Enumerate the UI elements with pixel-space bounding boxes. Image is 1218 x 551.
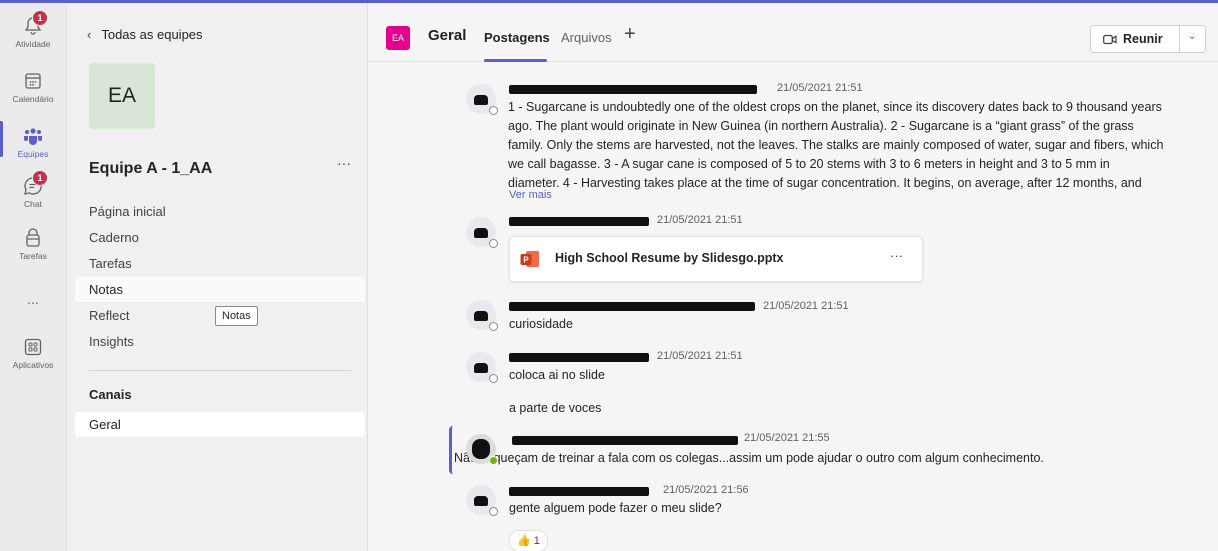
teams-icon	[22, 125, 44, 147]
message-post-highlighted[interactable]: 21/05/2021 21:55 Não esqueçam de treinar…	[449, 426, 1207, 474]
author-name-redacted	[512, 436, 738, 445]
message-text: gente alguem pode fazer o meu slide?	[509, 501, 722, 515]
chevron-left-icon: ‹	[87, 27, 92, 42]
file-attachment[interactable]: P High School Resume by Slidesgo.pptx ··…	[509, 236, 923, 282]
rail-calendar[interactable]: Calendário	[0, 70, 66, 104]
all-teams-label: Todas as equipes	[101, 27, 203, 42]
rail-more[interactable]: ...	[0, 291, 66, 307]
channel-header: EA Geral Postagens Arquivos + Reunir ⌄	[368, 3, 1218, 62]
tab-files[interactable]: Arquivos	[561, 30, 612, 45]
author-name-redacted	[509, 217, 649, 226]
message-text-line: family. Only the stems are harvested, no…	[508, 138, 1164, 152]
chat-icon: 1	[22, 170, 48, 197]
file-name: High School Resume by Slidesgo.pptx	[555, 251, 784, 265]
rail-chat[interactable]: 1 Chat	[0, 170, 66, 209]
rail-tasks[interactable]: Tarefas	[0, 227, 66, 261]
rail-label: Equipes	[17, 149, 49, 159]
message-timestamp: 21/05/2021 21:51	[657, 350, 743, 362]
rail-label: Calendário	[12, 94, 54, 104]
message-body: 1 - Sugarcane is undoubtedly one of the …	[508, 98, 1198, 190]
chevron-down-icon[interactable]: ⌄	[1188, 31, 1196, 42]
divider	[89, 370, 351, 371]
author-name-redacted	[509, 353, 649, 362]
add-tab-button[interactable]: +	[624, 23, 636, 46]
message-text: a parte de voces	[509, 401, 602, 415]
message-text-line: diameter. 4 - Harvesting takes place at …	[508, 176, 1142, 190]
nav-item-notebook[interactable]: Caderno	[75, 225, 365, 250]
message-post[interactable]: 21/05/2021 21:51 P High School Resume by…	[452, 210, 1204, 288]
nav-item-notes[interactable]: Notas	[75, 277, 365, 302]
rail-label: Aplicativos	[12, 360, 54, 370]
apps-icon	[22, 336, 44, 358]
nav-item-insights[interactable]: Insights	[75, 329, 365, 354]
message-text: curiosidade	[509, 317, 573, 331]
message-text-line: ago. The plant would originate in New Gu…	[508, 119, 1134, 133]
author-name-redacted	[509, 85, 757, 94]
tooltip: Notas	[215, 306, 258, 326]
channel-avatar: EA	[386, 26, 410, 50]
rail-label: Tarefas	[19, 251, 47, 261]
channel-item-geral[interactable]: Geral	[75, 412, 365, 437]
divider	[1179, 26, 1180, 52]
nav-item-tasks[interactable]: Tarefas	[75, 251, 365, 276]
message-text-line: we call bagasse. 3 - A sugar cane is com…	[508, 157, 1110, 171]
rail-label: Atividade	[15, 39, 51, 49]
message-feed: 21/05/2021 21:51 1 - Sugarcane is undoub…	[368, 62, 1218, 551]
chat-badge: 1	[32, 170, 48, 186]
message-timestamp: 21/05/2021 21:51	[763, 300, 849, 312]
message-text-line: 1 - Sugarcane is undoubtedly one of the …	[508, 100, 1162, 114]
message-post[interactable]: 21/05/2021 21:56 gente alguem pode fazer…	[452, 478, 1204, 551]
app-rail: 1 Atividade Calendário Equipes 1 Chat Ta…	[0, 3, 67, 551]
see-more-link[interactable]: Ver mais	[509, 189, 552, 201]
all-teams-link[interactable]: ‹ Todas as equipes	[87, 27, 203, 42]
team-name: Equipe A - 1_AA	[89, 160, 213, 177]
activity-badge: 1	[32, 10, 48, 26]
team-avatar: EA	[89, 63, 155, 129]
svg-text:P: P	[523, 256, 529, 265]
tab-posts[interactable]: Postagens	[484, 30, 550, 45]
message-timestamp: 21/05/2021 21:51	[777, 82, 863, 94]
file-more-options-button[interactable]: ···	[890, 248, 903, 263]
rail-apps[interactable]: Aplicativos	[0, 336, 66, 370]
bell-icon: 1	[22, 10, 48, 37]
message-text: Não esqueçam de treinar a fala com os co…	[454, 451, 1044, 465]
tasks-icon	[22, 227, 44, 249]
team-more-options-button[interactable]: ···	[337, 155, 351, 171]
reaction-count: 1	[533, 535, 540, 547]
video-camera-icon	[1103, 34, 1117, 48]
thumbs-up-icon: 👍	[517, 535, 531, 547]
message-text: coloca ai no slide	[509, 368, 605, 382]
rail-activity[interactable]: 1 Atividade	[0, 10, 66, 49]
nav-item-home[interactable]: Página inicial	[75, 199, 365, 224]
message-timestamp: 21/05/2021 21:55	[744, 432, 830, 444]
author-name-redacted	[509, 487, 649, 496]
channel-title: Geral	[428, 27, 467, 44]
rail-label: Chat	[24, 199, 42, 209]
powerpoint-icon: P	[520, 249, 540, 269]
meet-label: Reunir	[1123, 32, 1163, 46]
message-timestamp: 21/05/2021 21:51	[657, 214, 743, 226]
message-timestamp: 21/05/2021 21:56	[663, 484, 749, 496]
message-post[interactable]: 21/05/2021 21:51 1 - Sugarcane is undoub…	[452, 74, 1204, 207]
message-post[interactable]: 21/05/2021 21:51 coloca ai no slide a pa…	[452, 345, 1204, 421]
message-post[interactable]: 21/05/2021 21:51 curiosidade	[452, 294, 1204, 340]
channels-heading: Canais	[89, 387, 132, 402]
more-icon: ...	[27, 291, 39, 307]
meet-button[interactable]: Reunir ⌄	[1090, 25, 1206, 53]
calendar-icon	[22, 70, 44, 92]
reaction-like[interactable]: 👍 1	[509, 530, 548, 551]
avatar	[466, 434, 498, 465]
team-panel: ‹ Todas as equipes EA Equipe A - 1_AA ···…	[67, 3, 368, 551]
author-name-redacted	[509, 302, 755, 311]
rail-teams[interactable]: Equipes	[0, 121, 66, 159]
